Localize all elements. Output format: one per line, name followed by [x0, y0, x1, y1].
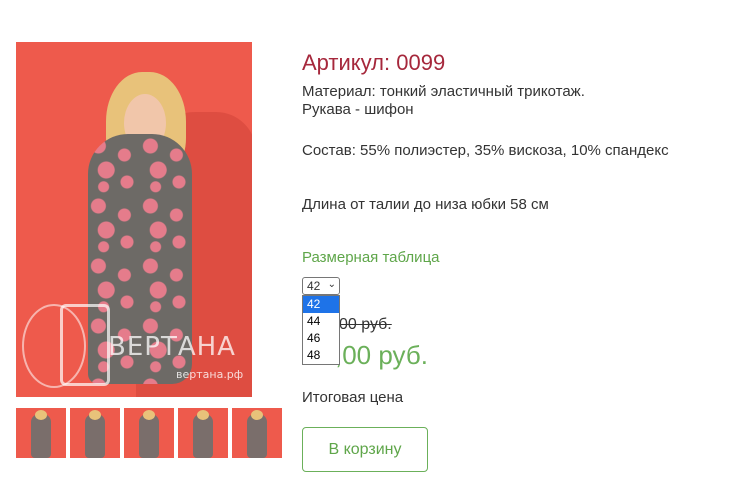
- thumbnail-head: [197, 410, 209, 420]
- size-dropdown[interactable]: 42 44 46 48: [302, 295, 340, 365]
- size-select[interactable]: 42 ⌄: [302, 277, 340, 295]
- composition: Состав: 55% полиэстер, 35% вискоза, 10% …: [302, 142, 669, 159]
- thumbnail-5[interactable]: [232, 408, 282, 458]
- thumbnail-dress: [139, 414, 159, 458]
- size-option[interactable]: 48: [303, 347, 339, 364]
- size-option[interactable]: 44: [303, 313, 339, 330]
- watermark-url: вертана.рф: [176, 368, 244, 381]
- chevron-down-icon: ⌄: [327, 279, 336, 290]
- size-option[interactable]: 46: [303, 330, 339, 347]
- thumbnail-dress: [85, 414, 105, 458]
- watermark-brand: ВЕРТАНА: [108, 332, 236, 362]
- thumbnail-head: [143, 410, 155, 420]
- thumbnail-dress: [31, 414, 51, 458]
- thumbnail-dress: [247, 414, 267, 458]
- material-line-2: Рукава - шифон: [302, 101, 414, 118]
- thumbnail-3[interactable]: [124, 408, 174, 458]
- size-table-link[interactable]: Размерная таблица: [302, 249, 440, 266]
- skirt-length: Длина от талии до низа юбки 58 см: [302, 196, 549, 213]
- thumbnail-1[interactable]: [16, 408, 66, 458]
- size-option[interactable]: 42: [303, 296, 339, 313]
- thumbnail-strip: [16, 408, 282, 458]
- thumbnail-2[interactable]: [70, 408, 120, 458]
- size-select-value: 42: [307, 279, 321, 293]
- thumbnail-dress: [193, 414, 213, 458]
- product-sku: Артикул: 0099: [302, 50, 446, 75]
- thumbnail-head: [251, 410, 263, 420]
- product-main-photo[interactable]: ВЕРТАНА вертана.рф: [16, 42, 252, 397]
- new-price: ,00 руб.: [335, 340, 428, 370]
- watermark-logo-frame: [60, 304, 110, 386]
- thumbnail-4[interactable]: [178, 408, 228, 458]
- thumbnail-head: [35, 410, 47, 420]
- total-price-label: Итоговая цена: [302, 389, 404, 406]
- old-price: 00 руб.: [339, 316, 392, 333]
- material-line-1: Материал: тонкий эластичный трикотаж.: [302, 83, 585, 100]
- thumbnail-head: [89, 410, 101, 420]
- add-to-cart-button[interactable]: В корзину: [302, 427, 428, 472]
